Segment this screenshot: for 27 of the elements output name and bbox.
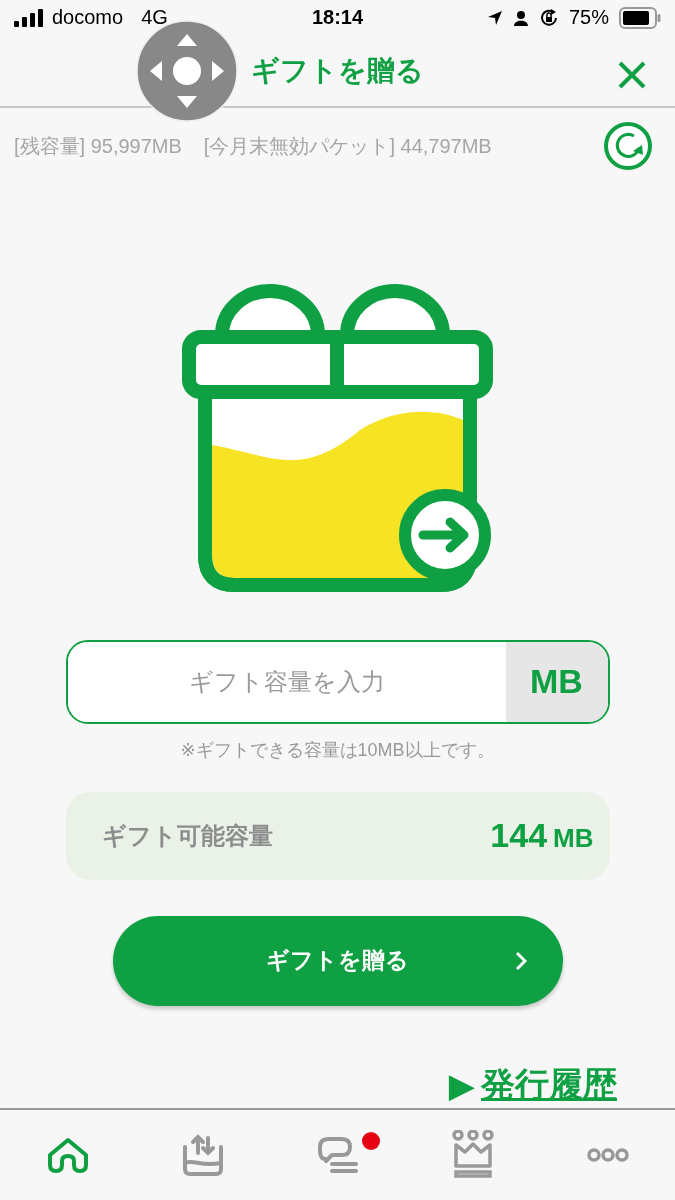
gift-amount-field[interactable]: ギフト容量を入力 MB [65, 639, 610, 724]
page-title: ギフトを贈る [251, 54, 424, 89]
clock-time: 18:14 [311, 6, 364, 30]
refresh-icon[interactable] [603, 121, 653, 171]
remaining-data: [残容量] 95,997MB [14, 133, 182, 159]
history-link[interactable]: 発行履歴 [481, 1061, 617, 1108]
more-tab-icon[interactable] [586, 1146, 629, 1163]
chat-tab-icon[interactable] [315, 1134, 360, 1175]
person-icon [512, 9, 529, 26]
available-amount: 144 MB [490, 816, 594, 856]
expiring-data: [今月末無効パケット] 44,797MB [203, 133, 492, 159]
chevron-icon [514, 950, 527, 971]
available-label: ギフト可能容量 [101, 820, 273, 851]
battery-icon [619, 6, 661, 29]
data-transfer-tab-icon[interactable] [181, 1132, 224, 1177]
network-type: 4G [141, 6, 168, 30]
signal-icon [14, 8, 44, 27]
unit-label: MB [505, 641, 608, 722]
close-icon[interactable] [617, 59, 647, 90]
rotation-lock-icon [538, 7, 559, 28]
send-gift-button[interactable]: ギフトを贈る [112, 915, 563, 1006]
minimum-note: ※ギフトできる容量は10MB以上です。 [180, 738, 495, 762]
triangle-icon: ▶ [448, 1064, 475, 1105]
carrier-name: docomo [52, 6, 124, 30]
crown-tab-icon[interactable] [451, 1129, 494, 1180]
battery-percent: 75% [568, 6, 609, 30]
location-icon [486, 9, 503, 26]
